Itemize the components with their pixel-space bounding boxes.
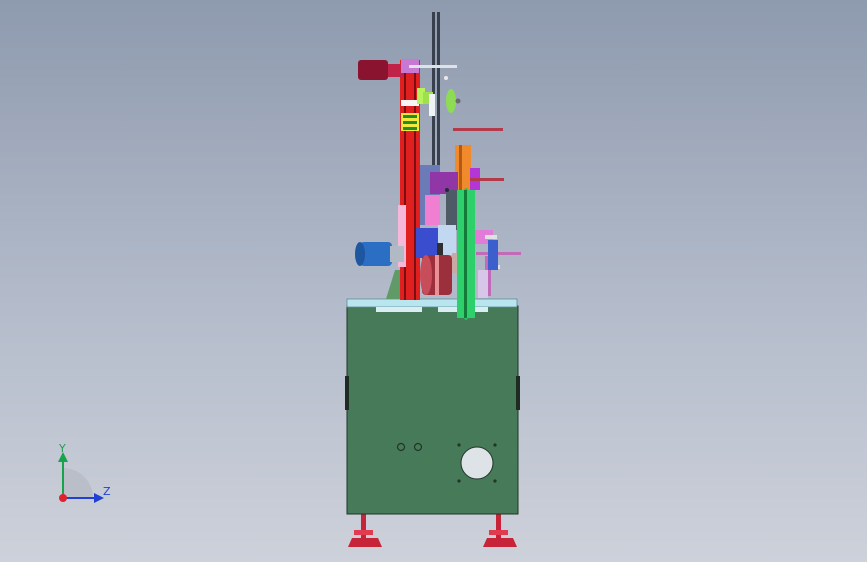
- y-axis-label: Y: [59, 442, 66, 455]
- side-motor: [355, 242, 404, 266]
- origin-dot-icon: [59, 494, 67, 502]
- reel-drum: [420, 255, 452, 295]
- axis-triad-graphic: [58, 452, 104, 503]
- z-axis-label: Z: [103, 485, 111, 498]
- axis-triad[interactable]: Y Z: [40, 438, 120, 518]
- feet: [348, 514, 517, 547]
- cad-viewport[interactable]: Y Z: [0, 0, 867, 562]
- machine-model[interactable]: [0, 0, 867, 562]
- vertical-frame: [398, 60, 420, 300]
- cabinet: [345, 305, 520, 515]
